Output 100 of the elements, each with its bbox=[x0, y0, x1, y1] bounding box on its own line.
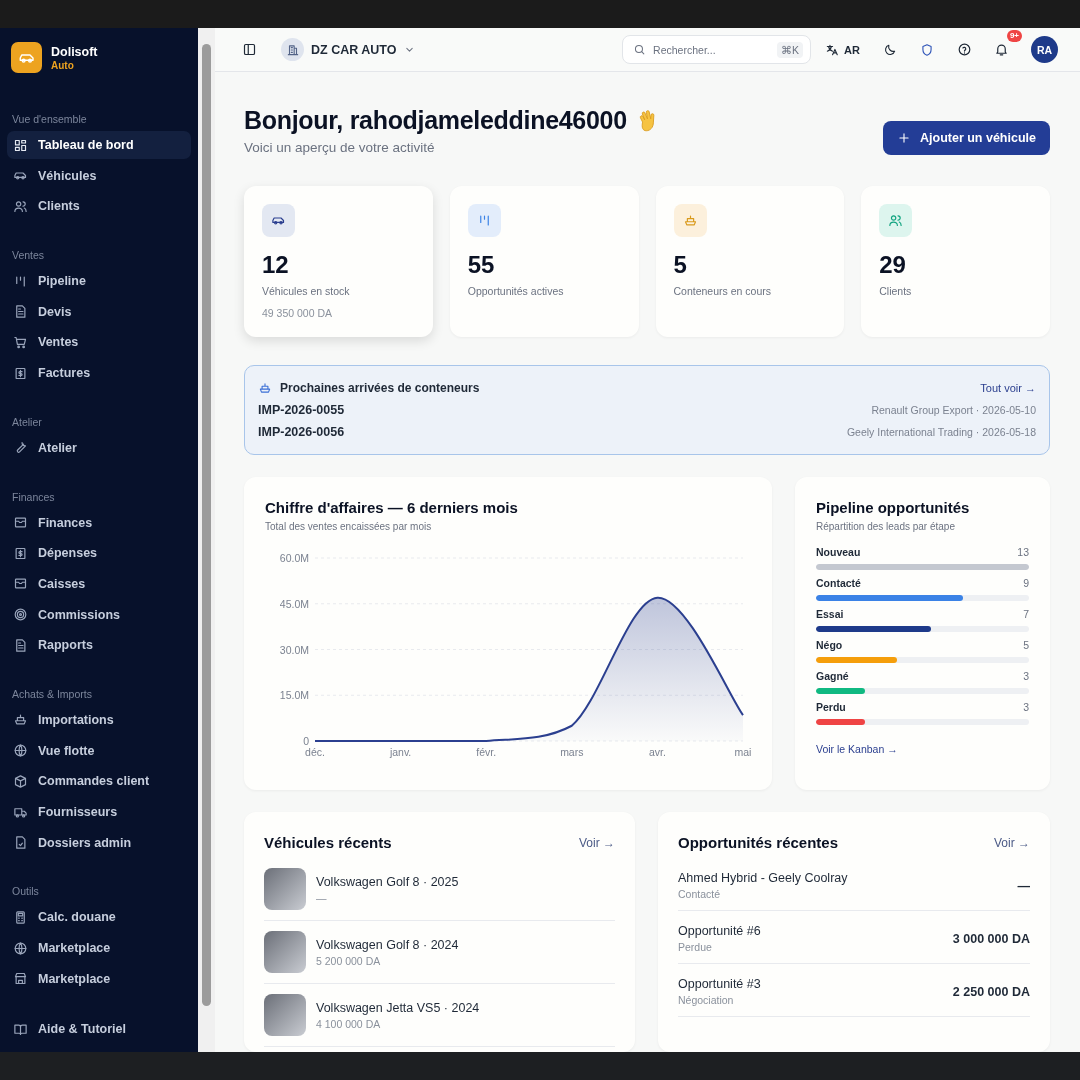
receipt-icon bbox=[13, 365, 28, 381]
bell-icon bbox=[993, 42, 1009, 57]
stage-count: 5 bbox=[1023, 639, 1029, 651]
axis-label: 60.0M bbox=[279, 552, 309, 564]
sidebar-item[interactable]: Vue flotte bbox=[7, 736, 191, 765]
sidebar-item[interactable]: Caisses bbox=[7, 569, 191, 598]
axis-label: févr. bbox=[476, 746, 497, 758]
stat-detail: 49 350 000 DA bbox=[262, 307, 334, 319]
greeting-title: Bonjour, rahodjameleddine46000 bbox=[244, 106, 627, 135]
shield-icon bbox=[920, 42, 934, 57]
sidebar-item[interactable]: Ventes bbox=[7, 328, 191, 357]
sidebar-item[interactable]: Dépenses bbox=[7, 539, 191, 568]
vehicle-name[interactable]: Volkswagen Golf 8 · 2024 bbox=[316, 937, 459, 952]
sidebar-item[interactable]: Tableau de bord bbox=[7, 131, 191, 159]
section-heading: Finances bbox=[11, 489, 56, 505]
kanban-link[interactable]: Voir le Kanban → bbox=[816, 743, 898, 755]
sidebar-item[interactable]: Calc. douane bbox=[7, 903, 191, 932]
sidebar-item[interactable]: Marketplace bbox=[7, 964, 191, 993]
stage-label: Essai bbox=[816, 608, 844, 620]
help-icon bbox=[956, 42, 972, 57]
section-heading: Atelier bbox=[11, 414, 43, 430]
stage-count: 3 bbox=[1023, 701, 1029, 713]
section-heading: Ventes bbox=[11, 248, 46, 264]
file-icon bbox=[13, 835, 28, 851]
opportunity-name[interactable]: Opportunité #3 bbox=[678, 977, 761, 991]
ship-icon bbox=[13, 712, 28, 728]
stage-count: 3 bbox=[1023, 670, 1029, 682]
sidebar-item[interactable]: Pipeline bbox=[7, 267, 191, 296]
axis-label: mai bbox=[734, 746, 751, 758]
sidebar-item[interactable]: Commandes client bbox=[7, 767, 191, 796]
vehicle-price: 5 200 000 DA bbox=[316, 954, 382, 967]
sidebar-item[interactable]: Importations bbox=[7, 705, 191, 734]
stat-value: 5 bbox=[673, 251, 688, 279]
card-title: Opportunités récentes bbox=[678, 834, 839, 851]
stage-count: 9 bbox=[1023, 577, 1029, 589]
sidebar-item[interactable]: Devis bbox=[7, 297, 191, 326]
sidebar-item[interactable]: Finances bbox=[7, 508, 191, 537]
users-icon bbox=[13, 198, 28, 214]
search-field[interactable]: Rechercher... ⌘K bbox=[622, 35, 812, 64]
plus-icon bbox=[897, 131, 911, 145]
vehicle-price: — bbox=[316, 891, 328, 904]
greeting-subtitle: Voici un aperçu de votre activité bbox=[244, 140, 436, 155]
ship-icon bbox=[682, 213, 698, 228]
sidebar-item[interactable]: Factures bbox=[7, 359, 191, 388]
see-link[interactable]: Voir → bbox=[579, 835, 615, 850]
section-heading: Achats & Imports bbox=[11, 686, 93, 702]
section-heading: Outils bbox=[11, 884, 40, 900]
sidebar-item[interactable]: Véhicules bbox=[7, 161, 191, 190]
pipeline-title: Pipeline opportunités bbox=[816, 499, 971, 516]
photo-placeholder bbox=[264, 868, 306, 910]
vehicle-price: 4 100 000 DA bbox=[316, 1017, 382, 1030]
stat-label: Conteneurs en cours bbox=[673, 285, 772, 297]
axis-label: 45.0M bbox=[279, 597, 309, 610]
opportunity-amount: 2 250 000 DA bbox=[952, 984, 1030, 999]
opportunity-status: Contacté bbox=[678, 888, 722, 900]
sidebar-item[interactable]: Clients bbox=[7, 192, 191, 221]
target-icon bbox=[13, 607, 28, 623]
see-link[interactable]: Voir → bbox=[994, 835, 1030, 850]
building-icon bbox=[285, 42, 300, 57]
opportunity-name[interactable]: Opportunité #6 bbox=[678, 924, 761, 938]
see-all-link[interactable]: Tout voir → bbox=[980, 382, 1036, 394]
chart-subtitle: Total des ventes encaissées par mois bbox=[265, 521, 433, 532]
company-selector[interactable]: DZ CAR AUTO bbox=[281, 38, 417, 61]
opportunity-name[interactable]: Ahmed Hybrid - Geely Coolray bbox=[678, 871, 848, 885]
section-heading: Vue d'ensemble bbox=[11, 112, 88, 127]
stat-value: 12 bbox=[262, 251, 290, 279]
sidebar-item[interactable]: Fournisseurs bbox=[7, 798, 191, 826]
store-icon bbox=[13, 971, 28, 987]
photo-placeholder bbox=[264, 931, 306, 973]
photo-placeholder bbox=[264, 994, 306, 1036]
stat-label: Opportunités actives bbox=[467, 285, 565, 297]
stat-value: 29 bbox=[879, 251, 907, 279]
tray-icon bbox=[13, 515, 28, 530]
pipeline-subtitle: Répartition des leads par étape bbox=[816, 521, 956, 532]
stage-label: Négo bbox=[816, 639, 843, 651]
sidebar-item[interactable]: Dossiers admin bbox=[7, 828, 191, 857]
bars-icon bbox=[13, 273, 28, 289]
sidebar-item[interactable]: Commissions bbox=[7, 600, 191, 629]
globe-icon bbox=[13, 743, 28, 759]
card-title: Véhicules récents bbox=[264, 834, 392, 851]
stage-label: Perdu bbox=[816, 701, 846, 713]
axis-label: mars bbox=[560, 746, 584, 758]
axis-label: avr. bbox=[648, 746, 666, 758]
vehicle-name[interactable]: Volkswagen Golf 8 · 2025 bbox=[316, 874, 459, 889]
language-button[interactable]: AR bbox=[821, 35, 864, 64]
sidebar-item[interactable]: Marketplace bbox=[7, 934, 191, 963]
shortcut-hint: ⌘K bbox=[777, 41, 804, 58]
add-vehicle-button[interactable]: Ajouter un véhicule bbox=[883, 121, 1050, 155]
search-icon bbox=[633, 43, 647, 56]
scrollbar[interactable] bbox=[198, 28, 215, 1052]
sidebar-item[interactable]: Rapports bbox=[7, 631, 191, 660]
globe-icon bbox=[13, 940, 28, 956]
sidebar-item[interactable]: Aide & Tutoriel bbox=[7, 1015, 191, 1044]
panel-title: Prochaines arrivées de conteneurs bbox=[280, 381, 480, 395]
axis-label: 30.0M bbox=[279, 643, 309, 656]
dashboard-icon bbox=[13, 137, 28, 153]
document-icon bbox=[13, 637, 28, 653]
sidebar-item[interactable]: Atelier bbox=[7, 433, 191, 462]
vehicle-name[interactable]: Volkswagen Jetta VS5 · 2024 bbox=[316, 1000, 480, 1015]
user-avatar[interactable]: RA bbox=[1031, 36, 1058, 63]
